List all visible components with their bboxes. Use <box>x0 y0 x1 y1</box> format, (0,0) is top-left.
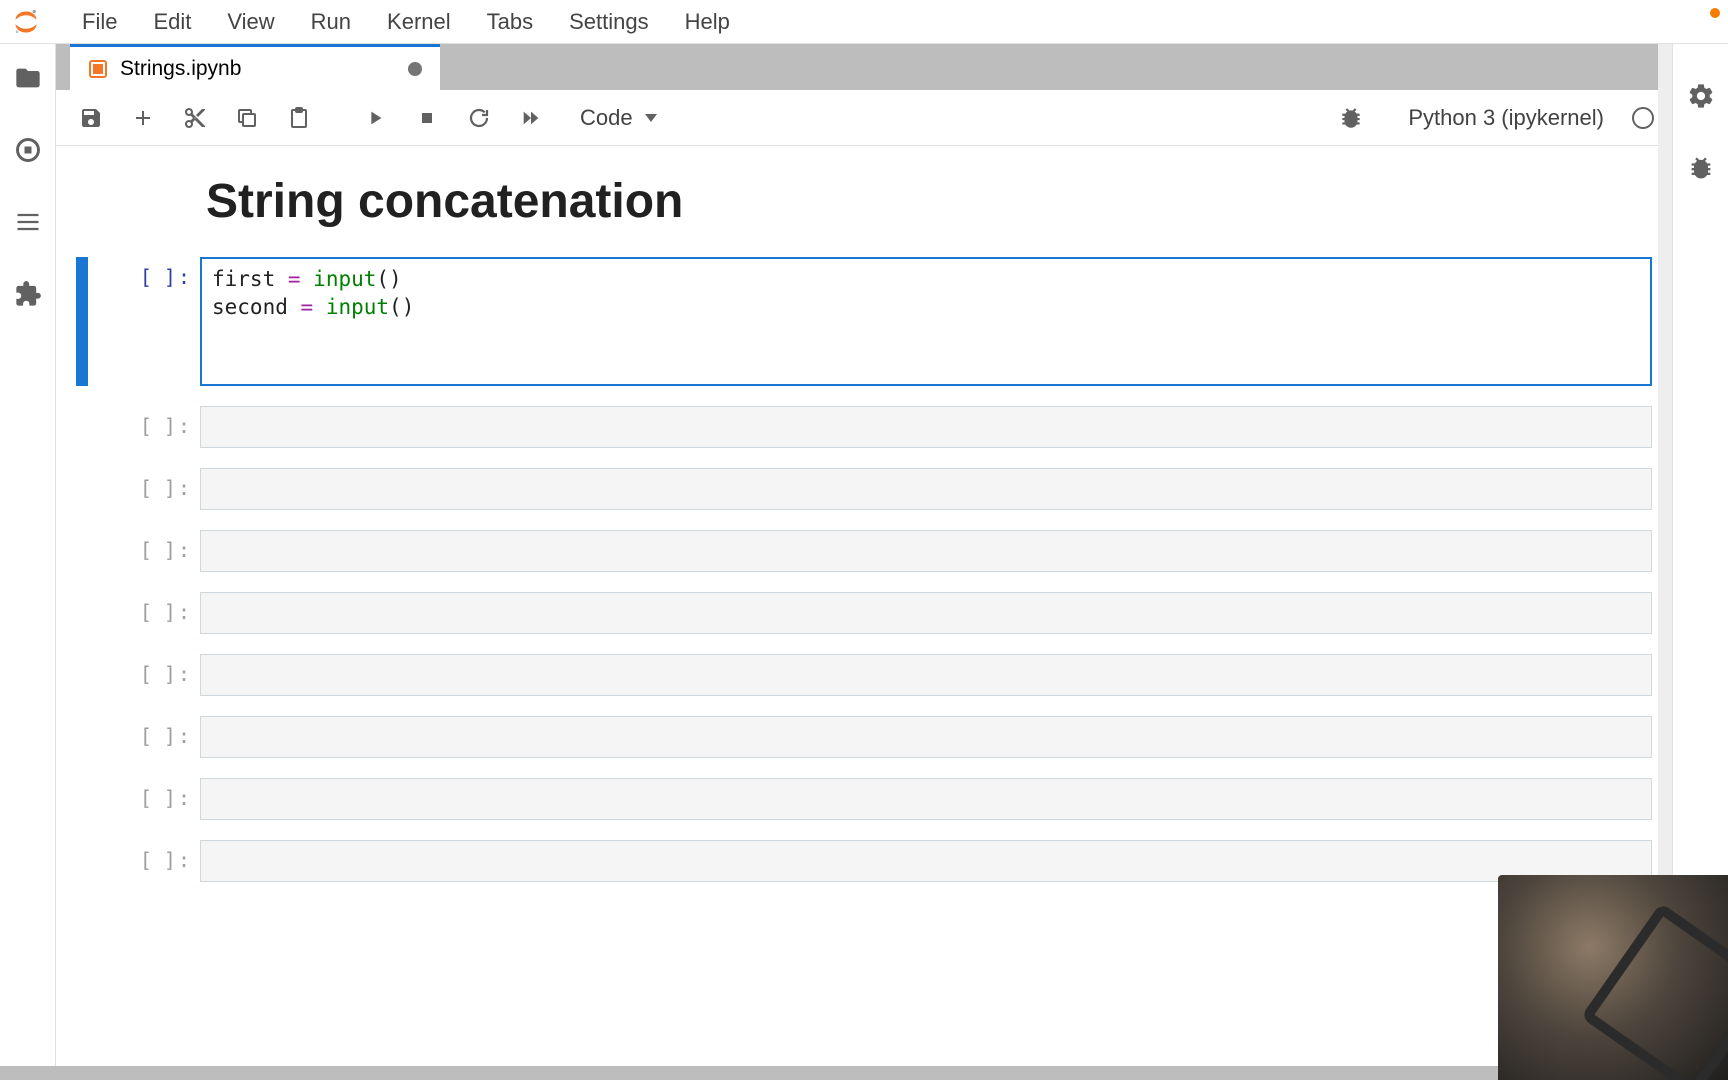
webcam-overlay <box>1498 875 1728 1080</box>
code-editor[interactable] <box>200 530 1652 572</box>
debugger-icon[interactable] <box>1338 105 1364 131</box>
cell-prompt: [ ]: <box>90 592 200 634</box>
menu-bar: File Edit View Run Kernel Tabs Settings … <box>0 0 1728 44</box>
code-editor[interactable]: first = input()second = input() <box>200 257 1652 386</box>
main-area: Strings.ipynb <box>0 44 1728 1080</box>
jupyter-logo-icon <box>8 4 44 40</box>
markdown-cell-heading[interactable]: String concatenation <box>76 174 1652 229</box>
cell-marker <box>76 468 88 510</box>
code-editor[interactable] <box>200 468 1652 510</box>
tab-strings-notebook[interactable]: Strings.ipynb <box>70 44 440 90</box>
code-editor[interactable] <box>200 406 1652 448</box>
code-cell-empty[interactable]: [ ]: <box>76 778 1652 820</box>
left-sidebar <box>0 44 56 1080</box>
cell-type-select[interactable]: Code <box>572 101 663 134</box>
cell-marker <box>76 406 88 448</box>
cell-prompt: [ ]: <box>90 778 200 820</box>
code-editor[interactable] <box>200 778 1652 820</box>
cell-prompt: [ ]: <box>90 468 200 510</box>
restart-button[interactable] <box>462 101 496 135</box>
cell-marker <box>76 654 88 696</box>
tab-title: Strings.ipynb <box>120 57 241 81</box>
code-editor[interactable] <box>200 592 1652 634</box>
menu-edit[interactable]: Edit <box>135 0 209 43</box>
code-cell-empty[interactable]: [ ]: <box>76 406 1652 448</box>
toc-icon[interactable] <box>14 208 42 236</box>
property-inspector-icon[interactable] <box>1687 82 1715 110</box>
menu-help[interactable]: Help <box>667 0 748 43</box>
copy-button[interactable] <box>230 101 264 135</box>
tab-bar: Strings.ipynb <box>56 44 1672 90</box>
code-editor[interactable] <box>200 716 1652 758</box>
menu-tabs[interactable]: Tabs <box>469 0 551 43</box>
extensions-icon[interactable] <box>14 280 42 308</box>
status-bar <box>0 1066 1728 1080</box>
running-sessions-icon[interactable] <box>14 136 42 164</box>
file-browser-icon[interactable] <box>14 64 42 92</box>
menu-settings[interactable]: Settings <box>551 0 667 43</box>
restart-run-all-button[interactable] <box>514 101 548 135</box>
menu-view[interactable]: View <box>209 0 292 43</box>
debugger-panel-icon[interactable] <box>1687 154 1715 182</box>
paste-button[interactable] <box>282 101 316 135</box>
code-cell-empty[interactable]: [ ]: <box>76 468 1652 510</box>
interrupt-button[interactable] <box>410 101 444 135</box>
run-button[interactable] <box>358 101 392 135</box>
cell-marker <box>76 257 88 386</box>
cell-prompt: [ ]: <box>90 840 200 882</box>
cell-prompt: [ ]: <box>90 406 200 448</box>
cell-marker <box>76 530 88 572</box>
code-cell-empty[interactable]: [ ]: <box>76 716 1652 758</box>
notebook-body[interactable]: String concatenation [ ]: first = input(… <box>56 146 1672 1080</box>
code-editor[interactable] <box>200 654 1652 696</box>
code-editor[interactable] <box>200 840 1652 882</box>
center-panel: Strings.ipynb <box>56 44 1672 1080</box>
insert-cell-button[interactable] <box>126 101 160 135</box>
cell-marker <box>76 840 88 882</box>
kernel-status-icon[interactable] <box>1632 107 1654 129</box>
cell-marker <box>76 592 88 634</box>
unsaved-changes-icon <box>408 62 422 76</box>
heading-text: String concatenation <box>206 174 1652 229</box>
cell-type-dropdown[interactable]: Code <box>572 101 663 134</box>
cut-button[interactable] <box>178 101 212 135</box>
code-cell-empty[interactable]: [ ]: <box>76 840 1652 882</box>
code-cell-empty[interactable]: [ ]: <box>76 592 1652 634</box>
cell-prompt: [ ]: <box>90 654 200 696</box>
notebook-toolbar: Code Python 3 (ipykernel) <box>56 90 1672 146</box>
cell-prompt: [ ]: <box>90 257 200 386</box>
code-cell-empty[interactable]: [ ]: <box>76 654 1652 696</box>
notebook-icon <box>88 59 108 79</box>
code-cell-empty[interactable]: [ ]: <box>76 530 1652 572</box>
cell-prompt: [ ]: <box>90 716 200 758</box>
cell-marker <box>76 716 88 758</box>
menu-kernel[interactable]: Kernel <box>369 0 469 43</box>
cell-prompt: [ ]: <box>90 530 200 572</box>
code-cell-active[interactable]: [ ]: first = input()second = input() <box>76 257 1652 386</box>
save-button[interactable] <box>74 101 108 135</box>
notification-dot-icon <box>1710 8 1720 18</box>
cell-marker <box>76 778 88 820</box>
kernel-name[interactable]: Python 3 (ipykernel) <box>1408 105 1604 131</box>
menu-run[interactable]: Run <box>293 0 369 43</box>
menu-file[interactable]: File <box>64 0 135 43</box>
